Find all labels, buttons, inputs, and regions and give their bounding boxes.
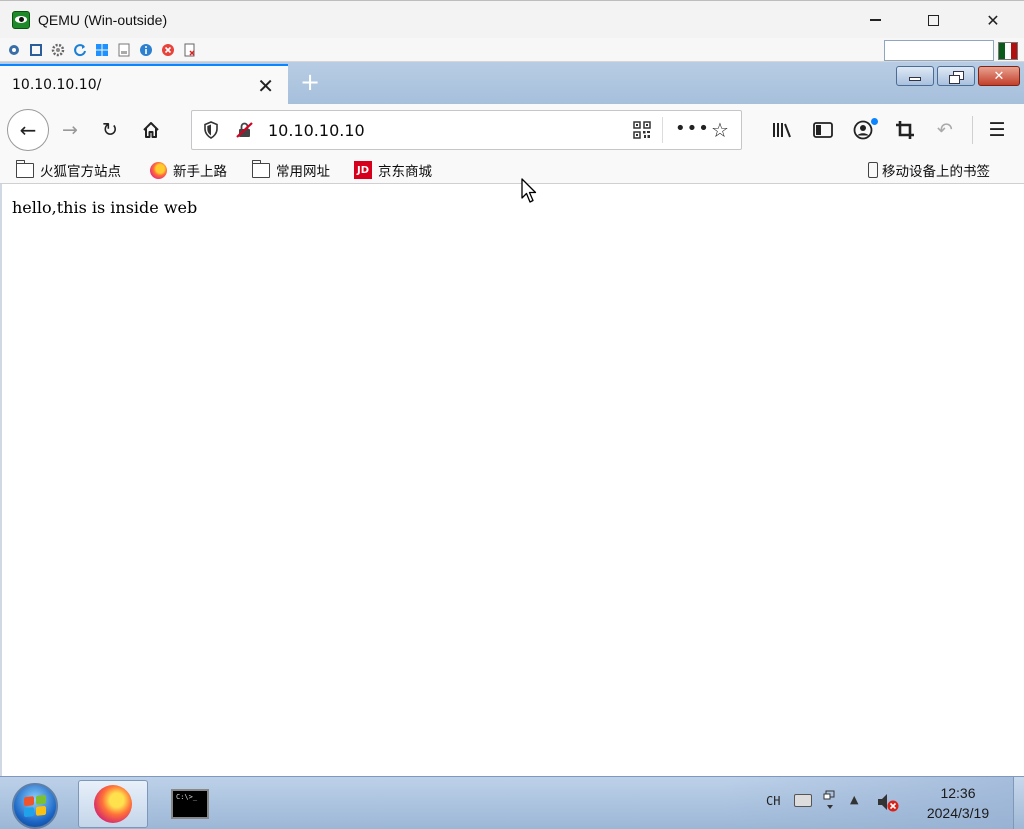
back-button[interactable]: ← [7, 109, 49, 151]
cmd-prompt-text: C:\>_ [176, 793, 198, 801]
crop-icon [896, 121, 914, 139]
show-desktop-button[interactable] [1013, 777, 1024, 829]
stop-icon[interactable] [159, 41, 177, 59]
page-actions-button[interactable]: ••• [675, 118, 710, 139]
windows-logo-icon [24, 794, 46, 818]
arrow-left-icon: ← [19, 118, 37, 142]
mobile-bookmarks[interactable]: 移动设备上的书签 [868, 160, 990, 180]
folder-icon [252, 159, 270, 178]
taskbar-cmd-button[interactable]: C:\>_ [165, 785, 215, 823]
page-body-text: hello,this is inside web [12, 198, 198, 217]
keyboard-layout-icon[interactable] [998, 42, 1018, 60]
windows-logo-icon[interactable] [93, 41, 111, 59]
bookmark-label: 新手上路 [173, 164, 227, 180]
info-icon[interactable] [137, 41, 155, 59]
toolbar-separator [972, 116, 973, 144]
page-content: hello,this is inside web [0, 184, 1024, 776]
bookmark-folder-common-sites[interactable]: 常用网址 [252, 159, 330, 180]
qemu-close-button[interactable]: ✕ [963, 1, 1023, 39]
tab-active[interactable]: 10.10.10.10/ ✕ [0, 64, 288, 104]
qemu-minimize-button[interactable] [845, 1, 905, 39]
qemu-maximize-button[interactable] [903, 1, 963, 39]
bookmark-jd[interactable]: JD 京东商城 [354, 160, 432, 180]
bookmark-label: 常用网址 [276, 164, 330, 180]
bookmark-getting-started[interactable]: 新手上路 [150, 160, 227, 180]
menu-button[interactable]: ☰ [983, 116, 1011, 144]
url-bar[interactable]: 10.10.10.10 ••• ☆ [191, 110, 742, 150]
firefox-icon [150, 161, 167, 179]
bookmark-folder-firefox-official[interactable]: 火狐官方站点 [16, 159, 121, 180]
home-button[interactable] [137, 116, 165, 144]
undo-icon: ↶ [937, 119, 953, 141]
mouse-cursor-icon [521, 178, 537, 203]
reload-button[interactable]: ↻ [96, 116, 124, 144]
taskbar-firefox-button[interactable] [78, 780, 148, 828]
navigation-toolbar: ← → ↻ 10.10.10.10 ••• ☆ ↶ ☰ [0, 104, 1024, 156]
bookmark-star-icon[interactable]: ☆ [711, 118, 729, 142]
undo-button[interactable]: ↶ [931, 116, 959, 144]
tab-close-icon[interactable]: ✕ [257, 74, 274, 98]
command-prompt-icon: C:\>_ [171, 789, 209, 819]
maximize-icon [927, 14, 939, 26]
screenshot-button[interactable] [891, 116, 919, 144]
bookmark-label: 火狐官方站点 [40, 164, 121, 180]
sidebar-button[interactable] [809, 116, 837, 144]
notification-dot [871, 118, 878, 125]
arrow-right-icon: → [62, 119, 78, 141]
network-icon[interactable] [822, 789, 838, 817]
document-icon[interactable] [115, 41, 133, 59]
taskbar: C:\>_ CH ▲ 12:36 2024/3/19 [0, 776, 1024, 829]
disconnect-icon[interactable] [181, 41, 199, 59]
minimize-icon [869, 19, 881, 21]
minimize-icon [909, 77, 921, 81]
jd-icon: JD [354, 161, 372, 179]
guest-screen: 10.10.10.10/ ✕ + ✕ ← → ↻ 10.10.10.10 •••… [0, 62, 1024, 829]
hamburger-menu-icon: ☰ [988, 119, 1006, 141]
tab-strip: 10.10.10.10/ ✕ + ✕ [0, 62, 1024, 104]
library-button[interactable] [768, 116, 796, 144]
library-icon [773, 123, 791, 138]
folder-icon [16, 159, 34, 178]
close-icon: ✕ [986, 10, 1000, 30]
system-tray: CH ▲ 12:36 2024/3/19 [722, 777, 1024, 829]
start-button[interactable] [12, 783, 58, 829]
tab-title: 10.10.10.10/ [12, 77, 102, 93]
volume-muted-icon[interactable] [876, 791, 900, 813]
restore-icon [949, 70, 964, 84]
qemu-toolbar-input[interactable] [884, 40, 994, 61]
bookmarks-toolbar: 火狐官方站点 新手上路 常用网址 JD 京东商城 移动设备上的书签 [0, 156, 1024, 184]
bookmark-label: 京东商城 [378, 164, 432, 180]
url-text[interactable]: 10.10.10.10 [268, 121, 365, 140]
gear-icon[interactable] [49, 41, 67, 59]
mobile-bookmarks-label: 移动设备上的书签 [882, 164, 990, 180]
home-icon [143, 122, 159, 138]
keyboard-icon[interactable] [794, 794, 812, 807]
new-tab-button[interactable]: + [296, 68, 324, 96]
browser-restore-button[interactable] [937, 66, 975, 86]
firefox-icon [94, 785, 132, 823]
qemu-title-bar: QEMU (Win-outside) ✕ [0, 0, 1024, 38]
sidebar-icon [813, 122, 833, 138]
qemu-toolbar [0, 38, 1024, 62]
vm-settings-icon[interactable] [5, 41, 23, 59]
browser-close-button[interactable]: ✕ [978, 66, 1020, 86]
insecure-connection-icon[interactable] [234, 120, 256, 140]
clock-time[interactable]: 12:36 [918, 785, 998, 801]
mobile-phone-icon [868, 162, 878, 178]
browser-minimize-button[interactable] [896, 66, 934, 86]
tracking-protection-icon[interactable] [201, 120, 221, 140]
close-icon: ✕ [993, 68, 1005, 84]
url-bar-separator [662, 117, 663, 143]
show-hidden-icons-chevron-up-icon[interactable]: ▲ [850, 793, 858, 806]
qr-code-icon[interactable] [633, 121, 651, 139]
reload-icon: ↻ [102, 119, 118, 141]
fullscreen-icon[interactable] [27, 41, 45, 59]
language-indicator[interactable]: CH [766, 794, 780, 808]
clock-date[interactable]: 2024/3/19 [914, 805, 1002, 821]
refresh-icon[interactable] [71, 41, 89, 59]
qemu-window-title: QEMU (Win-outside) [38, 11, 168, 28]
forward-button[interactable]: → [56, 116, 84, 144]
qemu-eye-icon [12, 10, 30, 29]
